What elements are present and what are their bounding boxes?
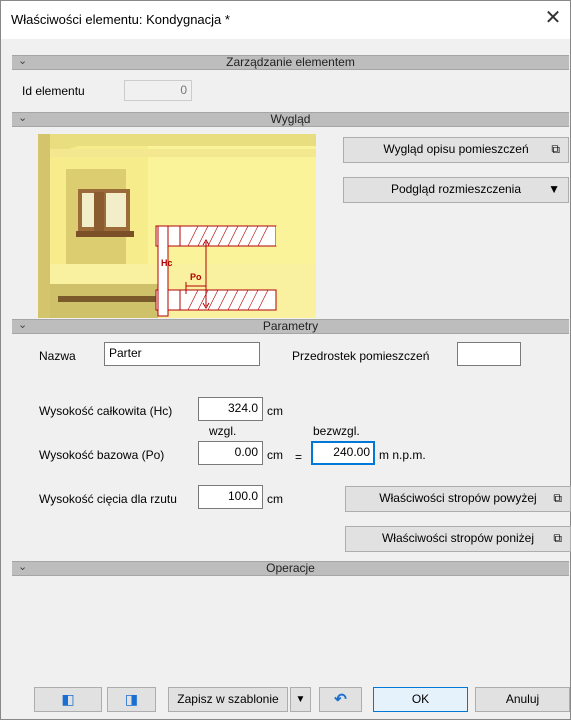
name-field[interactable]: Parter [104, 342, 260, 366]
total-height-label: Wysokość całkowita (Hc) [39, 404, 173, 418]
section-operations-header[interactable]: ⌄ Operacje [12, 561, 569, 576]
room-description-label: Wygląd opisu pomieszczeń [383, 142, 529, 156]
save-template-button[interactable]: Zapisz w szablonie [168, 687, 288, 712]
export-button[interactable]: ◨ [107, 687, 156, 712]
ok-button[interactable]: OK [373, 687, 468, 712]
undo-icon: ↶ [334, 691, 347, 708]
prefix-field[interactable] [457, 342, 521, 366]
dropdown-arrow-icon: ▼ [548, 182, 560, 196]
base-height-label: Wysokość bazowa (Po) [39, 448, 165, 462]
absolute-height-unit: m n.p.m. [379, 448, 426, 462]
prefix-label: Przedrostek pomieszczeń [292, 349, 430, 363]
close-icon[interactable]: ✕ [541, 6, 565, 30]
slabs-above-button[interactable]: Właściwości stropów powyżej ⧉ [345, 486, 571, 512]
save-template-label: Zapisz w szablonie [177, 692, 279, 706]
absolute-label: bezwzgl. [313, 424, 360, 438]
base-height-unit: cm [267, 448, 283, 462]
total-height-unit: cm [267, 404, 283, 418]
arrow-left-icon: ◧ [61, 691, 75, 707]
arrow-right-icon: ◨ [124, 691, 139, 707]
layout-preview-label: Podgląd rozmieszczenia [390, 182, 522, 196]
floor-illustration-svg [38, 134, 316, 318]
title-bar: Właściwości elementu: Kondygnacja * ✕ [1, 1, 570, 39]
id-field: 0 [124, 80, 192, 101]
id-label: Id elementu [22, 84, 85, 98]
slabs-above-label: Właściwości stropów powyżej [379, 491, 537, 505]
equals-sign: = [295, 450, 303, 464]
slabs-below-label: Właściwości stropów poniżej [381, 531, 535, 545]
hc-label: Hc [161, 258, 173, 268]
section-management-header[interactable]: ⌄ Zarządzanie elementem [12, 55, 569, 70]
section-appearance-header[interactable]: ⌄ Wygląd [12, 112, 569, 127]
floor-illustration: Hc Po [38, 134, 316, 318]
section-management-label: Zarządzanie elementem [226, 55, 355, 69]
section-appearance-label: Wygląd [270, 112, 311, 126]
popout-icon: ⧉ [553, 491, 562, 505]
layout-preview-button[interactable]: Podgląd rozmieszczenia ▼ [343, 177, 569, 203]
cancel-label: Anuluj [505, 692, 540, 706]
total-height-field[interactable]: 324.0 [198, 397, 263, 421]
cut-height-label: Wysokość cięcia dla rzutu [39, 492, 177, 506]
cancel-button[interactable]: Anuluj [475, 687, 570, 712]
base-height-field[interactable]: 0.00 [198, 441, 263, 465]
properties-dialog: Właściwości elementu: Kondygnacja * ✕ ⌄ … [0, 0, 571, 720]
relative-label: wzgl. [209, 424, 237, 438]
import-button[interactable]: ◧ [34, 687, 102, 712]
section-parameters-label: Parametry [262, 319, 319, 333]
section-operations-label: Operacje [266, 561, 315, 575]
save-template-dropdown[interactable]: ▼ [290, 687, 311, 712]
absolute-height-field[interactable]: 240.00 [311, 441, 375, 465]
dropdown-arrow-icon: ▼ [295, 694, 306, 705]
window-title: Właściwości elementu: Kondygnacja * [11, 12, 230, 27]
popout-icon: ⧉ [551, 142, 560, 156]
name-label: Nazwa [39, 349, 76, 363]
cut-height-unit: cm [267, 492, 283, 506]
room-description-button[interactable]: Wygląd opisu pomieszczeń ⧉ [343, 137, 569, 163]
cut-height-field[interactable]: 100.0 [198, 485, 263, 509]
ok-label: OK [411, 692, 430, 706]
popout-icon: ⧉ [553, 531, 562, 545]
slabs-below-button[interactable]: Właściwości stropów poniżej ⧉ [345, 526, 571, 552]
po-label: Po [190, 272, 202, 282]
undo-button[interactable]: ↶ [319, 687, 362, 712]
section-parameters-header[interactable]: ⌄ Parametry [12, 319, 569, 334]
